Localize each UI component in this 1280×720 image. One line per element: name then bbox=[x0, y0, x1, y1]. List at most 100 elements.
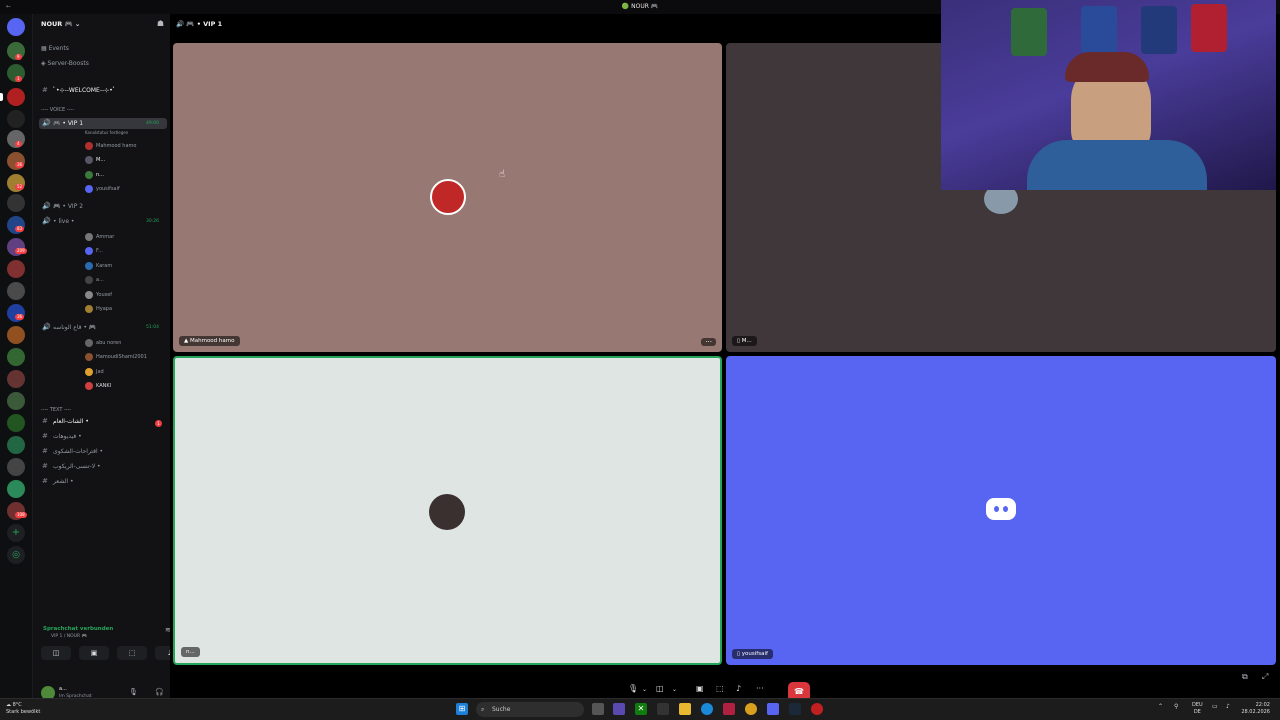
channel-status[interactable]: Kanalstatus festlegen bbox=[85, 130, 128, 135]
channel-text[interactable]: # فيديوهات • bbox=[39, 431, 167, 442]
headphones-icon[interactable]: 🎧 bbox=[155, 688, 164, 696]
store-icon[interactable] bbox=[657, 703, 669, 715]
speaker-icon[interactable]: ♪ bbox=[1226, 703, 1230, 710]
avatar bbox=[85, 247, 93, 255]
weather-widget[interactable]: ☁ 8°C Stark bewölkt bbox=[6, 702, 40, 716]
app-icon[interactable] bbox=[811, 703, 823, 715]
camera-off-icon[interactable]: ◫ bbox=[656, 684, 664, 693]
xbox-icon[interactable]: ✕ bbox=[635, 703, 647, 715]
channel-timer: 30:26 bbox=[146, 219, 159, 224]
activities-button[interactable]: ⬚ bbox=[117, 646, 147, 660]
add-server-icon[interactable]: + bbox=[7, 524, 25, 542]
home-icon[interactable] bbox=[7, 18, 25, 36]
server-icon[interactable] bbox=[7, 392, 25, 410]
avatar bbox=[85, 262, 93, 270]
fullscreen-icon[interactable]: ⤢ bbox=[1262, 672, 1268, 682]
task-view-icon[interactable] bbox=[592, 703, 604, 715]
server-icon[interactable] bbox=[7, 110, 25, 128]
jersey-image bbox=[1011, 8, 1047, 56]
channel-text[interactable]: # الشعر • bbox=[39, 476, 167, 487]
server-badge: 1 bbox=[15, 76, 22, 82]
participant-name: ▯ yousifsaif bbox=[732, 649, 773, 659]
channel-vip2[interactable]: 🔊 🎮 • VIP 2 bbox=[39, 201, 167, 212]
avatar bbox=[85, 233, 93, 241]
unread-badge: 1 bbox=[155, 420, 162, 427]
server-icon[interactable] bbox=[7, 458, 25, 476]
hash-icon: # bbox=[42, 417, 48, 425]
shirt-image bbox=[1027, 140, 1207, 190]
channel-vip1[interactable]: 🔊 🎮 • VIP 1 49:00 bbox=[39, 118, 167, 129]
server-icon[interactable] bbox=[7, 370, 25, 388]
pop-out-icon[interactable]: ⧉ bbox=[1242, 672, 1248, 682]
chrome-icon[interactable] bbox=[745, 703, 757, 715]
channel-welcome[interactable]: # ﾟ•⊹--WELCOME--⊹•ﾟ bbox=[39, 85, 167, 96]
server-badge: 36 bbox=[15, 162, 25, 168]
jersey-image bbox=[1141, 6, 1177, 54]
invite-icon[interactable]: ☗ bbox=[157, 19, 164, 28]
microphone-icon[interactable]: 🎙 bbox=[129, 688, 138, 696]
server-icon[interactable] bbox=[7, 88, 25, 106]
avatar bbox=[85, 171, 93, 179]
discover-icon[interactable]: ◎ bbox=[7, 546, 25, 564]
chevron-up-icon[interactable]: ⌃ bbox=[1158, 703, 1163, 710]
category-text[interactable]: ---- TEXT ---- bbox=[41, 407, 71, 413]
chevron-down-icon[interactable]: ⌄ bbox=[642, 686, 647, 693]
screen-share-icon[interactable]: ▣ bbox=[696, 684, 704, 693]
server-icon[interactable] bbox=[7, 436, 25, 454]
discord-window: ← 🟢 NOUR 🎮 9 1 4 36 52 83 209 36 108 + ◎… bbox=[0, 0, 1280, 702]
network-icon[interactable]: ⚲ bbox=[1174, 703, 1178, 710]
soundboard-icon[interactable]: ♪ bbox=[736, 684, 741, 693]
voice-channel-link[interactable]: VIP 1 / NOUR 🎮 bbox=[51, 634, 87, 639]
taskbar-search[interactable]: ⌕ Suche bbox=[476, 702, 584, 717]
server-badge: 209 bbox=[15, 248, 27, 254]
language-indicator[interactable]: DEU DE bbox=[1192, 702, 1203, 716]
participant-tile[interactable]: n... bbox=[173, 356, 722, 665]
server-icon[interactable] bbox=[7, 348, 25, 366]
server-icon[interactable] bbox=[7, 414, 25, 432]
avatar bbox=[85, 305, 93, 313]
server-icon[interactable] bbox=[7, 326, 25, 344]
channel-text[interactable]: # لا-تنسى-الريكوب • bbox=[39, 461, 167, 472]
channel-live[interactable]: 🔊 • live • 30:26 bbox=[39, 216, 167, 227]
server-icon[interactable] bbox=[7, 480, 25, 498]
chevron-down-icon[interactable]: ⌄ bbox=[672, 686, 677, 693]
channel-text[interactable]: # اقتراحات-الشكوى • bbox=[39, 446, 167, 457]
server-icon[interactable] bbox=[7, 194, 25, 212]
app-icon[interactable] bbox=[723, 703, 735, 715]
edge-icon[interactable] bbox=[701, 703, 713, 715]
channel-third[interactable]: 🔊 قاع الوناسه • 🎮 51:04 bbox=[39, 322, 167, 333]
avatar bbox=[85, 291, 93, 299]
more-options-icon[interactable]: ··· bbox=[701, 338, 716, 346]
server-boosts-link[interactable]: ◈ Server-Boosts bbox=[41, 60, 89, 67]
back-arrow-icon[interactable]: ← bbox=[6, 0, 11, 14]
channel-text[interactable]: # الشات-العام • bbox=[39, 416, 167, 427]
monitor-icon[interactable]: ▭ bbox=[1212, 703, 1218, 710]
more-options-icon[interactable]: ··· bbox=[756, 684, 764, 693]
participant-name: ▲ Mahmood hamo bbox=[179, 336, 240, 346]
taskbar-clock[interactable]: 22:02 28.02.2026 bbox=[1241, 702, 1270, 716]
server-name[interactable]: NOUR 🎮 ⌄ bbox=[41, 20, 80, 28]
participant-tile[interactable]: ▲ Mahmood hamo ··· ☝ bbox=[173, 43, 722, 352]
camera-button[interactable]: ◫ bbox=[41, 646, 71, 660]
webcam-overlay bbox=[941, 0, 1276, 190]
speaker-icon: 🔊 bbox=[42, 202, 51, 210]
activity-icon[interactable]: ⬚ bbox=[716, 684, 724, 693]
weather-icon: ☁ bbox=[6, 702, 13, 708]
participant-avatar bbox=[430, 179, 466, 215]
teams-icon[interactable] bbox=[613, 703, 625, 715]
participant-tile[interactable]: ▯ yousifsaif bbox=[726, 356, 1276, 665]
discord-taskbar-icon[interactable] bbox=[767, 703, 779, 715]
participant-avatar bbox=[429, 494, 465, 530]
events-link[interactable]: ▦ Events bbox=[41, 45, 69, 52]
server-rail: 9 1 4 36 52 83 209 36 108 + ◎ bbox=[0, 14, 32, 698]
screen-share-icon: ▣ bbox=[90, 649, 98, 657]
steam-icon[interactable] bbox=[789, 703, 801, 715]
file-explorer-icon[interactable] bbox=[679, 703, 691, 715]
windows-start-icon[interactable]: ⊞ bbox=[456, 703, 468, 715]
screen-share-button[interactable]: ▣ bbox=[79, 646, 109, 660]
microphone-icon[interactable]: 🎙 bbox=[628, 684, 638, 693]
server-icon[interactable] bbox=[7, 260, 25, 278]
category-voice[interactable]: ---- VOICE ---- bbox=[41, 107, 74, 113]
server-icon[interactable] bbox=[7, 282, 25, 300]
hash-icon: # bbox=[42, 477, 48, 485]
